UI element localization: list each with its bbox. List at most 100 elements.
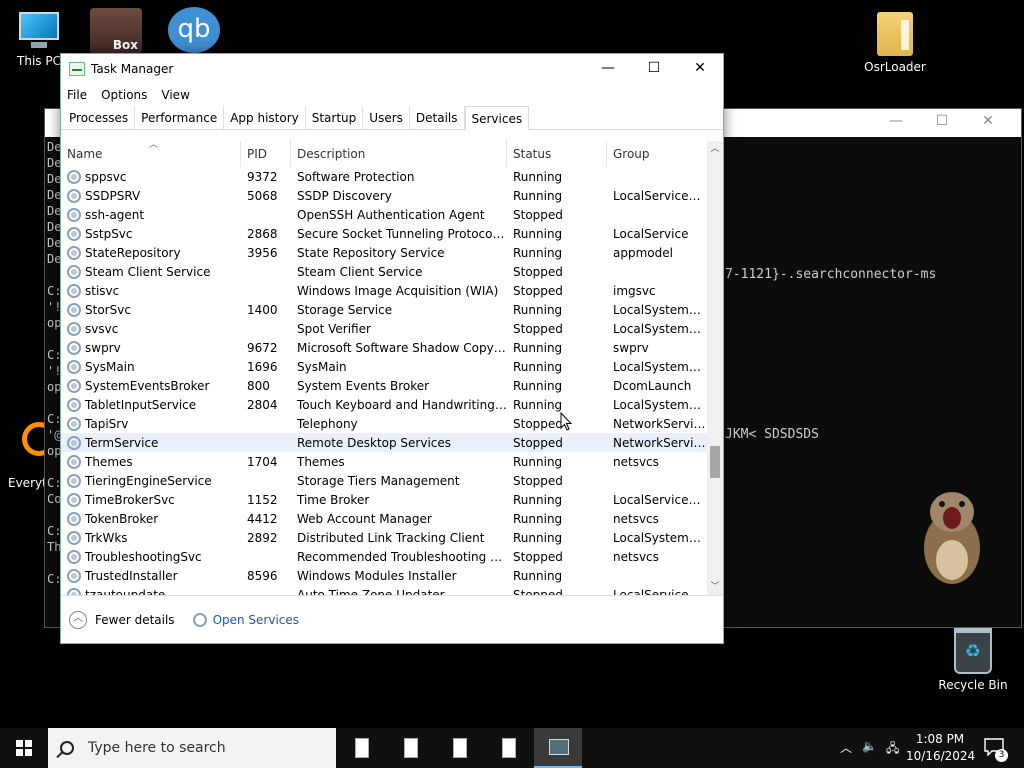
minimize-icon[interactable]: — [873, 113, 919, 129]
table-row[interactable]: TokenBroker 4412 Web Account Manager Runnin… [61, 509, 709, 528]
table-row[interactable]: tzautoupdate Auto Time Zone Updater Stoppe… [61, 585, 709, 595]
service-gear-icon [67, 492, 81, 507]
cell-pid: 5068 [247, 188, 278, 203]
service-name: Steam Client Service [85, 264, 211, 279]
cell-name: TieringEngineService [61, 473, 241, 488]
table-row[interactable]: TieringEngineService Storage Tiers Manage… [61, 471, 709, 490]
volume-muted-icon[interactable]: 🔈 [862, 739, 877, 753]
cell-description: Telephony [297, 416, 358, 431]
table-row[interactable]: swprv 9672 Microsoft Software Shadow Copy … [61, 338, 709, 357]
cell-description: Windows Image Acquisition (WIA) [297, 283, 499, 298]
service-gear-icon [67, 416, 81, 431]
cell-status: Running [513, 378, 563, 393]
cell-name: TroubleshootingSvc [61, 549, 241, 564]
fewer-details-link[interactable]: Fewer details [95, 613, 175, 627]
menu-options[interactable]: Options [101, 88, 147, 102]
service-name: StorSvc [85, 302, 131, 317]
menu-file[interactable]: File [67, 88, 87, 102]
table-row[interactable]: StorSvc 1400 Storage Service Running LocalSy… [61, 300, 709, 319]
cell-group: imgsvc [613, 283, 656, 298]
cell-status: Stopped [513, 207, 563, 222]
table-row[interactable]: svsvc Spot Verifier Stopped LocalSystemN... [61, 319, 709, 338]
scroll-thumb[interactable] [710, 446, 720, 478]
table-row[interactable]: Themes 1704 Themes Running netsvcs [61, 452, 709, 471]
table-row[interactable]: ssh-agent OpenSSH Authentication Agent Sto… [61, 205, 709, 224]
column-header-group[interactable]: Group [607, 141, 707, 167]
taskbar-app-notepad-1[interactable] [338, 728, 386, 768]
minimize-icon[interactable]: — [585, 54, 631, 84]
taskbar-app-notepad-4[interactable] [485, 728, 533, 768]
table-row[interactable]: Steam Client Service Steam Client Service… [61, 262, 709, 281]
network-icon[interactable]: 🖧 [886, 739, 899, 760]
maximize-icon[interactable]: ☐ [631, 54, 677, 84]
osrloader-label: OsrLoader [864, 60, 926, 74]
tab-app-history[interactable]: App history [224, 106, 306, 129]
taskbar-app-task-manager[interactable] [534, 728, 582, 768]
service-name: stisvc [85, 283, 120, 298]
taskbar-search-box[interactable]: Type here to search [48, 728, 336, 768]
taskbar-clock[interactable]: 1:08 PM 10/16/2024 [906, 731, 976, 765]
cell-group: LocalService [613, 226, 689, 241]
table-row[interactable]: TroubleshootingSvc Recommended Troublesho… [61, 547, 709, 566]
clock-date: 10/16/2024 [906, 749, 976, 763]
maximize-icon[interactable]: ☐ [919, 113, 965, 129]
menu-view[interactable]: View [161, 88, 189, 102]
table-row[interactable]: SysMain 1696 SysMain Running LocalSystemN... [61, 357, 709, 376]
column-header-pid[interactable]: PID [241, 141, 291, 167]
task-manager-window[interactable]: Task Manager — ☐ ✕ File Options View Pro… [60, 53, 724, 644]
service-name: TroubleshootingSvc [85, 549, 202, 564]
taskbar-app-notepad-2[interactable] [387, 728, 435, 768]
service-name: TokenBroker [85, 511, 159, 526]
table-row[interactable]: TrkWks 2892 Distributed Link Tracking Clie… [61, 528, 709, 547]
tab-details[interactable]: Details [410, 106, 465, 129]
table-row[interactable]: TermService Remote Desktop Services Stoppe… [61, 433, 709, 452]
column-header-description[interactable]: Description [291, 141, 507, 167]
start-button[interactable] [0, 728, 48, 768]
cell-description: SSDP Discovery [297, 188, 392, 203]
service-name: SysMain [85, 359, 135, 374]
taskbar-app-notepad-3[interactable] [436, 728, 484, 768]
close-icon[interactable]: ✕ [965, 113, 1011, 129]
service-gear-icon [67, 454, 81, 469]
cell-description: State Repository Service [297, 245, 445, 260]
osrloader-icon[interactable]: OsrLoader [860, 12, 930, 74]
task-manager-titlebar[interactable]: Task Manager — ☐ ✕ [61, 54, 723, 84]
tab-services[interactable]: Services [464, 106, 530, 130]
cell-group: LocalService [613, 587, 689, 596]
task-manager-icon [549, 739, 569, 755]
cell-pid: 1696 [247, 359, 278, 374]
table-row[interactable]: TabletInputService 2804 Touch Keyboard and… [61, 395, 709, 414]
table-row[interactable]: sppsvc 9372 Software Protection Running [61, 167, 709, 186]
qbittorrent-icon[interactable]: qb [168, 7, 220, 53]
vertical-scrollbar[interactable]: ︿ ﹀ [707, 141, 723, 595]
table-row[interactable]: SystemEventsBroker 800 System Events Broke… [61, 376, 709, 395]
service-name: TabletInputService [85, 397, 197, 412]
tab-users[interactable]: Users [363, 106, 410, 129]
notification-center-icon[interactable]: 3 [984, 738, 1008, 762]
cell-group: LocalSystemN... [613, 302, 707, 317]
table-row[interactable]: TapiSrv Telephony Stopped NetworkService [61, 414, 709, 433]
cell-name: sppsvc [61, 169, 241, 184]
column-header-status[interactable]: Status [507, 141, 607, 167]
show-hidden-icons-chevron-up-icon[interactable]: ︿ [840, 739, 852, 756]
table-row[interactable]: SSDPSRV 5068 SSDP Discovery Running LocalSer… [61, 186, 709, 205]
tab-processes[interactable]: Processes [63, 106, 136, 129]
table-row[interactable]: stisvc Windows Image Acquisition (WIA) Sto… [61, 281, 709, 300]
scroll-up-icon[interactable]: ︿ [707, 141, 723, 157]
scroll-down-icon[interactable]: ﹀ [707, 579, 723, 595]
chevron-up-icon[interactable]: ︿ [69, 610, 87, 629]
cell-name: SstpSvc [61, 226, 241, 241]
table-row[interactable]: StateRepository 3956 State Repository Serv… [61, 243, 709, 262]
table-row[interactable]: TrustedInstaller 8596 Windows Modules Inst… [61, 566, 709, 585]
tab-performance[interactable]: Performance [135, 106, 225, 129]
table-row[interactable]: SstpSvc 2868 Secure Socket Tunneling Proto… [61, 224, 709, 243]
cell-status: Stopped [513, 549, 563, 564]
table-row[interactable]: TimeBrokerSvc 1152 Time Broker Running Local… [61, 490, 709, 509]
cell-status: Stopped [513, 321, 563, 336]
service-gear-icon [67, 321, 81, 336]
close-icon[interactable]: ✕ [677, 54, 723, 84]
box-app-icon[interactable]: Box [90, 8, 142, 54]
tab-startup[interactable]: Startup [306, 106, 364, 129]
open-services-link[interactable]: Open Services [213, 613, 299, 627]
recycle-bin-icon[interactable]: Recycle Bin [938, 628, 1008, 692]
